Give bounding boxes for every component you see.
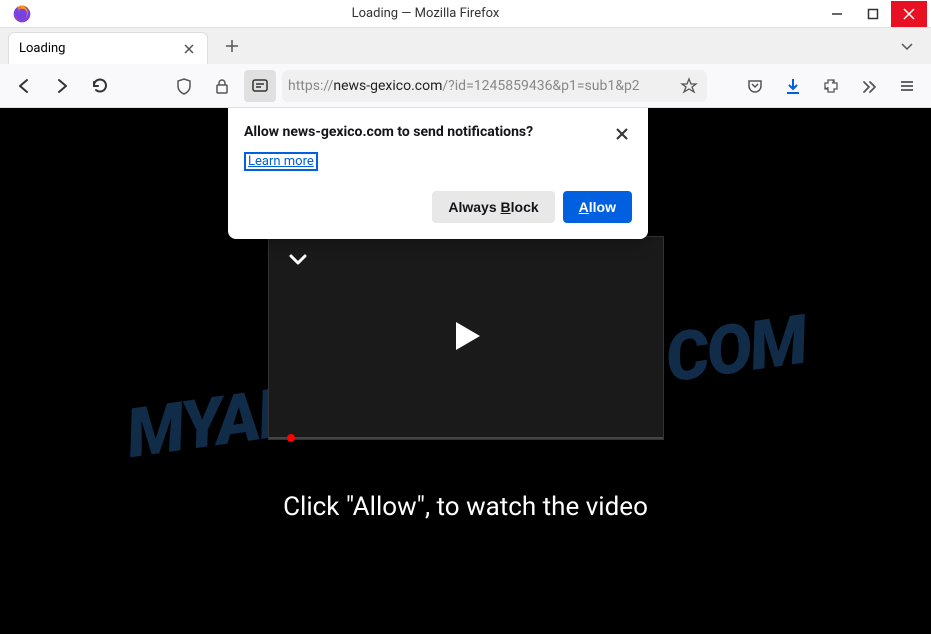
learn-more-link[interactable]: Learn more — [244, 152, 318, 171]
downloads-icon[interactable] — [777, 70, 809, 102]
chevron-down-icon[interactable] — [287, 249, 309, 275]
always-block-button[interactable]: Always Block — [432, 191, 554, 223]
url-domain: news-gexico.com — [333, 78, 442, 94]
allow-button[interactable]: Allow — [563, 191, 632, 223]
overflow-icon[interactable] — [853, 70, 885, 102]
forward-button[interactable] — [46, 70, 78, 102]
popup-close-button[interactable] — [612, 124, 632, 144]
url-protocol: https:// — [288, 78, 333, 94]
maximize-button[interactable] — [855, 1, 891, 27]
shield-icon[interactable] — [168, 70, 200, 102]
popup-title: Allow news-gexico.com to send notificati… — [244, 124, 533, 140]
tab-bar: Loading — [0, 28, 931, 64]
minimize-button[interactable] — [819, 1, 855, 27]
extensions-icon[interactable] — [815, 70, 847, 102]
page-content: MYANTISPYWARE.COM Click "Allow", to watc… — [0, 108, 931, 634]
url-bar[interactable]: https://news-gexico.com/?id=1245859436&p… — [282, 70, 707, 102]
tabs-dropdown-button[interactable] — [891, 30, 923, 62]
reload-button[interactable] — [84, 70, 116, 102]
permissions-icon[interactable] — [244, 70, 276, 102]
notification-permission-popup: Allow news-gexico.com to send notificati… — [228, 108, 648, 239]
play-button[interactable] — [446, 316, 486, 360]
close-button[interactable] — [891, 1, 927, 27]
bookmark-star-icon[interactable] — [677, 74, 701, 98]
menu-icon[interactable] — [891, 70, 923, 102]
video-player — [268, 236, 664, 440]
url-path: /?id=1245859436&p1=sub1&p2 — [442, 78, 639, 94]
new-tab-button[interactable] — [216, 30, 248, 62]
window-titlebar: Loading — Mozilla Firefox — [0, 0, 931, 28]
tab-title: Loading — [19, 41, 65, 56]
navigation-toolbar: https://news-gexico.com/?id=1245859436&p… — [0, 64, 931, 108]
instruction-text: Click "Allow", to watch the video — [0, 492, 931, 522]
browser-tab[interactable]: Loading — [8, 32, 208, 64]
firefox-logo-icon — [12, 4, 32, 24]
lock-icon[interactable] — [206, 70, 238, 102]
window-title: Loading — Mozilla Firefox — [32, 6, 819, 21]
tab-close-button[interactable] — [181, 41, 197, 57]
video-progress-handle[interactable] — [287, 434, 295, 442]
video-progress-bar[interactable] — [269, 437, 663, 439]
window-controls — [819, 1, 927, 27]
back-button[interactable] — [8, 70, 40, 102]
pocket-icon[interactable] — [739, 70, 771, 102]
url-text: https://news-gexico.com/?id=1245859436&p… — [288, 78, 673, 94]
